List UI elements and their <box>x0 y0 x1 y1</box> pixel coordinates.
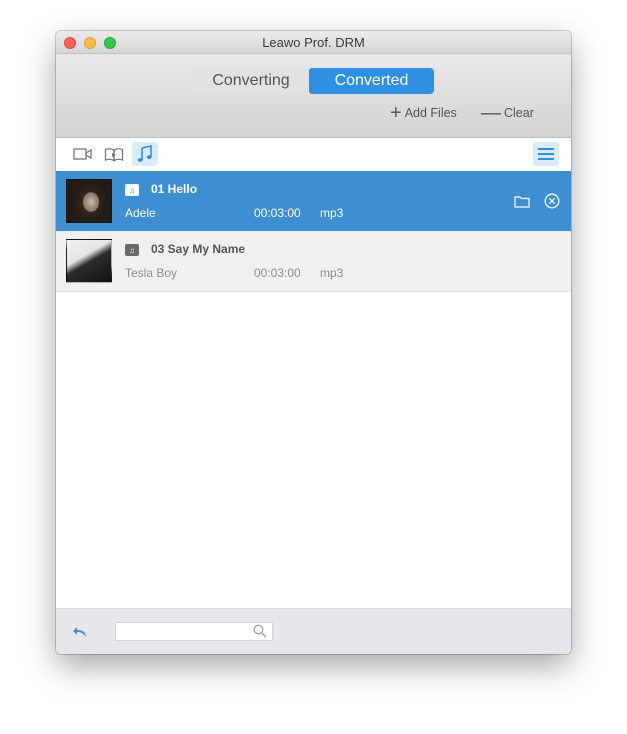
album-art <box>66 239 112 283</box>
ebook-filter-button[interactable] <box>101 142 127 166</box>
clear-button[interactable]: — Clear <box>481 102 534 124</box>
tab-switcher: Converting Converted <box>193 68 434 94</box>
back-button[interactable] <box>70 623 90 641</box>
track-format: mp3 <box>320 206 344 220</box>
track-artist: Adele <box>125 206 156 220</box>
add-files-button[interactable]: + Add Files <box>390 102 457 124</box>
list-view-icon <box>538 148 554 160</box>
music-filter-button[interactable] <box>132 142 158 166</box>
bottom-bar <box>56 608 571 654</box>
media-filter-bar <box>56 138 571 172</box>
undo-arrow-icon <box>73 627 86 637</box>
window-title: Leawo Prof. DRM <box>262 35 365 50</box>
video-camera-icon <box>73 148 92 160</box>
track-duration: 00:03:00 <box>254 266 301 280</box>
track-artist: Tesla Boy <box>125 266 178 280</box>
album-art <box>66 179 112 223</box>
audio-file-icon: ♫ <box>125 184 139 196</box>
music-note-icon <box>137 145 152 162</box>
track-row[interactable]: ♫ 01 Hello Adele 00:03:00 mp3 <box>56 171 571 231</box>
search-input[interactable] <box>115 622 273 641</box>
toolbar: Converting Converted + Add Files — Clear <box>56 54 571 138</box>
minus-icon: — <box>481 102 501 124</box>
track-title: 01 Hello <box>151 182 198 196</box>
open-folder-button[interactable] <box>513 192 531 210</box>
app-window: Leawo Prof. DRM Converting Converted + A… <box>56 31 571 654</box>
tab-converted[interactable]: Converted <box>309 68 434 94</box>
audio-file-icon: ♫ <box>125 244 139 256</box>
track-duration: 00:03:00 <box>254 206 301 220</box>
remove-track-button[interactable] <box>543 192 561 210</box>
search-icon[interactable] <box>253 624 267 638</box>
tab-converting[interactable]: Converting <box>193 68 309 94</box>
add-files-label: Add Files <box>404 106 457 120</box>
book-icon <box>104 147 124 162</box>
list-view-button[interactable] <box>533 142 559 166</box>
clear-label: Clear <box>504 106 534 120</box>
folder-icon <box>514 195 530 208</box>
close-circle-icon <box>544 193 560 209</box>
track-format: mp3 <box>320 266 344 280</box>
track-title: 03 Say My Name <box>151 242 246 256</box>
title-bar[interactable]: Leawo Prof. DRM <box>56 31 571 54</box>
video-filter-button[interactable] <box>70 142 96 166</box>
track-row[interactable]: ♫ 03 Say My Name Tesla Boy 00:03:00 mp3 <box>56 231 571 292</box>
plus-icon: + <box>390 102 402 124</box>
